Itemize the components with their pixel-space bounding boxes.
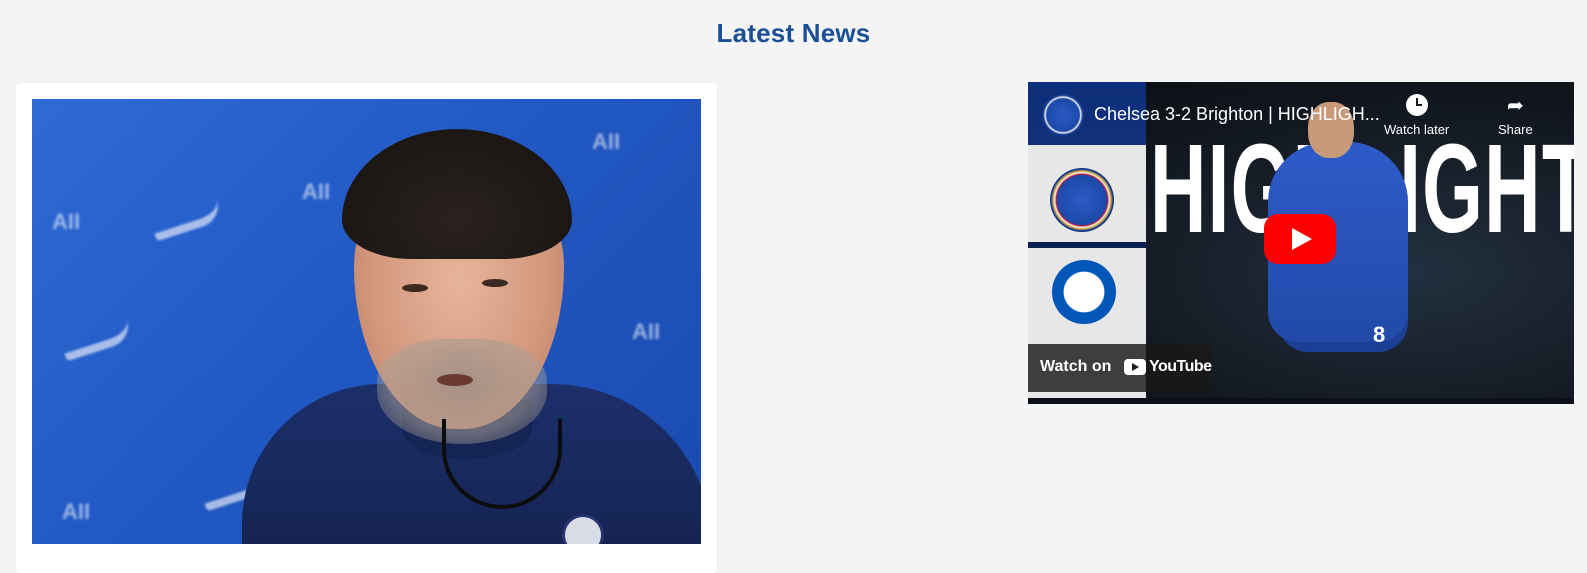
video-thumbnail[interactable]: HIGHLIGHTS 8 Chelsea 3-2 Brighton | HIGH… bbox=[1028, 82, 1574, 398]
section-title: Latest News bbox=[716, 18, 871, 48]
news-image[interactable]: AII AII AII AII AII bbox=[32, 99, 701, 544]
youtube-icon bbox=[1124, 359, 1146, 375]
backdrop-logo: AII bbox=[302, 179, 331, 204]
chelsea-crest-icon bbox=[1050, 168, 1114, 232]
person-eye bbox=[482, 279, 508, 287]
watch-on-youtube-button[interactable]: Watch on YouTube bbox=[1028, 344, 1212, 392]
youtube-label: YouTube bbox=[1149, 358, 1212, 375]
brighton-crest-icon bbox=[1052, 260, 1116, 324]
share-button[interactable]: ➦ Share bbox=[1498, 94, 1533, 137]
share-icon: ➦ bbox=[1506, 95, 1524, 117]
panel-divider bbox=[1028, 242, 1146, 248]
video-title[interactable]: Chelsea 3-2 Brighton | HIGHLIGH... bbox=[1094, 104, 1380, 125]
person-mouth bbox=[437, 374, 473, 386]
share-label: Share bbox=[1498, 122, 1533, 137]
person-eye bbox=[402, 284, 428, 292]
backdrop-swoosh bbox=[150, 198, 224, 242]
watch-later-label: Watch later bbox=[1384, 122, 1450, 137]
player-number: 8 bbox=[1373, 322, 1386, 347]
clock-icon bbox=[1405, 94, 1428, 116]
backdrop-logo: AII bbox=[62, 499, 91, 524]
news-card[interactable]: AII AII AII AII AII bbox=[16, 83, 717, 573]
backdrop-logo: AII bbox=[632, 319, 661, 344]
watch-later-button[interactable]: Watch later bbox=[1384, 94, 1449, 137]
play-button[interactable] bbox=[1264, 214, 1336, 264]
channel-avatar-icon[interactable] bbox=[1042, 94, 1084, 136]
backdrop-logo: AII bbox=[52, 209, 81, 234]
backdrop-swoosh bbox=[60, 318, 134, 362]
watch-on-label: Watch on bbox=[1040, 358, 1112, 375]
backdrop-logo: AII bbox=[592, 129, 621, 154]
video-embed[interactable]: HIGHLIGHTS 8 Chelsea 3-2 Brighton | HIGH… bbox=[1028, 82, 1574, 404]
person-hair bbox=[342, 129, 572, 259]
